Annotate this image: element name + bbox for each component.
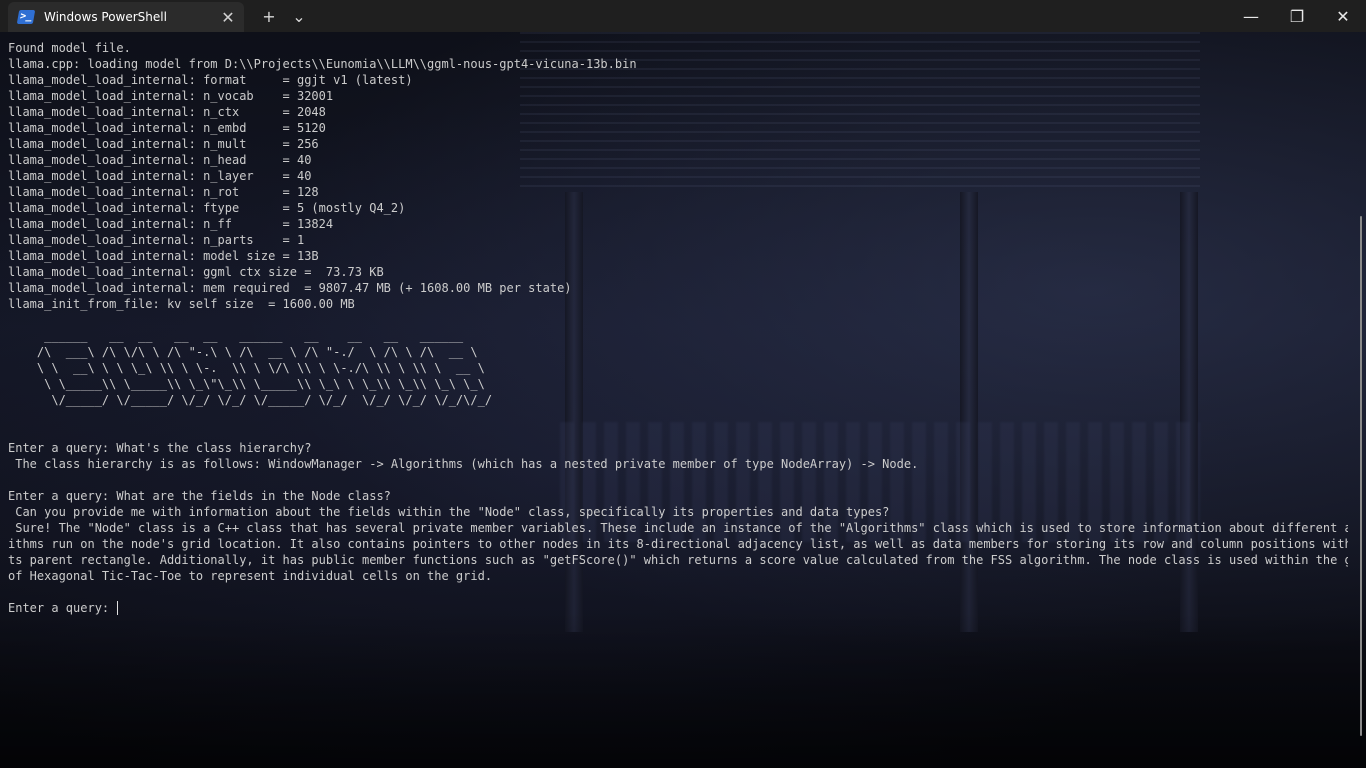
- terminal-line: Enter a query: What's the class hierarch…: [8, 441, 312, 455]
- terminal-line: llama_model_load_internal: n_mult = 256: [8, 137, 319, 151]
- terminal-line: ______ __ __ __ __ ______ __ __ __ _____…: [8, 329, 464, 343]
- terminal-line: llama_model_load_internal: n_layer = 40: [8, 169, 312, 183]
- terminal-line: of Hexagonal Tic-Tac-Toe to represent in…: [8, 569, 493, 583]
- minimize-button[interactable]: —: [1228, 0, 1274, 32]
- terminal-line: Sure! The "Node" class is a C++ class th…: [8, 521, 1348, 535]
- terminal-line: Can you provide me with information abou…: [8, 505, 890, 519]
- terminal-line: \ \_____\\ \_____\\ \_\"\_\\ \_____\\ \_…: [8, 377, 485, 391]
- terminal-line: \/_____/ \/_____/ \/_/ \/_/ \/_____/ \/_…: [8, 393, 493, 407]
- terminal-line: The class hierarchy is as follows: Windo…: [8, 457, 919, 471]
- terminal-line: llama_model_load_internal: ftype = 5 (mo…: [8, 201, 406, 215]
- terminal-line: llama_model_load_internal: mem required …: [8, 281, 572, 295]
- terminal-line: llama_model_load_internal: n_head = 40: [8, 153, 312, 167]
- terminal-line: llama_init_from_file: kv self size = 160…: [8, 297, 355, 311]
- terminal-line: llama_model_load_internal: n_ff = 13824: [8, 217, 334, 231]
- terminal-line: Found model file.: [8, 41, 131, 55]
- new-tab-button[interactable]: +: [254, 0, 284, 32]
- terminal-line: /\ ___\ /\ \/\ \ /\ "-.\ \ /\ __ \ /\ "-…: [8, 345, 478, 359]
- terminal-line: llama_model_load_internal: ggml ctx size…: [8, 265, 384, 279]
- terminal-line: llama_model_load_internal: n_ctx = 2048: [8, 105, 326, 119]
- chevron-down-icon[interactable]: ⌄: [284, 0, 314, 32]
- terminal-line: \ \ __\ \ \ \_\ \\ \ \-. \\ \ \/\ \\ \ \…: [8, 361, 485, 375]
- prompt-line[interactable]: Enter a query:: [8, 600, 1348, 616]
- terminal-line: llama_model_load_internal: n_embd = 5120: [8, 121, 326, 135]
- maximize-button[interactable]: ❐: [1274, 0, 1320, 32]
- terminal-line: llama_model_load_internal: n_parts = 1: [8, 233, 305, 247]
- title-bar: >_ Windows PowerShell ✕ + ⌄ — ❐ ✕: [0, 0, 1366, 32]
- close-window-button[interactable]: ✕: [1320, 0, 1366, 32]
- terminal-output[interactable]: Found model file. llama.cpp: loading mode…: [8, 40, 1348, 616]
- tab-windows-powershell[interactable]: >_ Windows PowerShell ✕: [8, 2, 244, 32]
- powershell-icon: >_: [16, 10, 36, 24]
- close-tab-icon[interactable]: ✕: [218, 7, 238, 27]
- tab-title: Windows PowerShell: [44, 10, 167, 24]
- terminal-line: llama_model_load_internal: model size = …: [8, 249, 319, 263]
- title-bar-drag-area[interactable]: [314, 0, 1228, 32]
- terminal-line: llama_model_load_internal: n_vocab = 320…: [8, 89, 334, 103]
- terminal-line: llama_model_load_internal: format = ggjt…: [8, 73, 413, 87]
- scrollbar[interactable]: [1360, 216, 1362, 736]
- terminal-line: llama.cpp: loading model from D:\\Projec…: [8, 57, 637, 71]
- text-cursor: [117, 601, 119, 615]
- room-floor-shadow: [0, 612, 1366, 768]
- terminal-line: llama_model_load_internal: n_rot = 128: [8, 185, 319, 199]
- prompt-text: Enter a query:: [8, 601, 117, 615]
- terminal-line: ts parent rectangle. Additionally, it ha…: [8, 553, 1348, 567]
- terminal-line: Enter a query: What are the fields in th…: [8, 489, 391, 503]
- terminal-line: ithms run on the node's grid location. I…: [8, 537, 1348, 551]
